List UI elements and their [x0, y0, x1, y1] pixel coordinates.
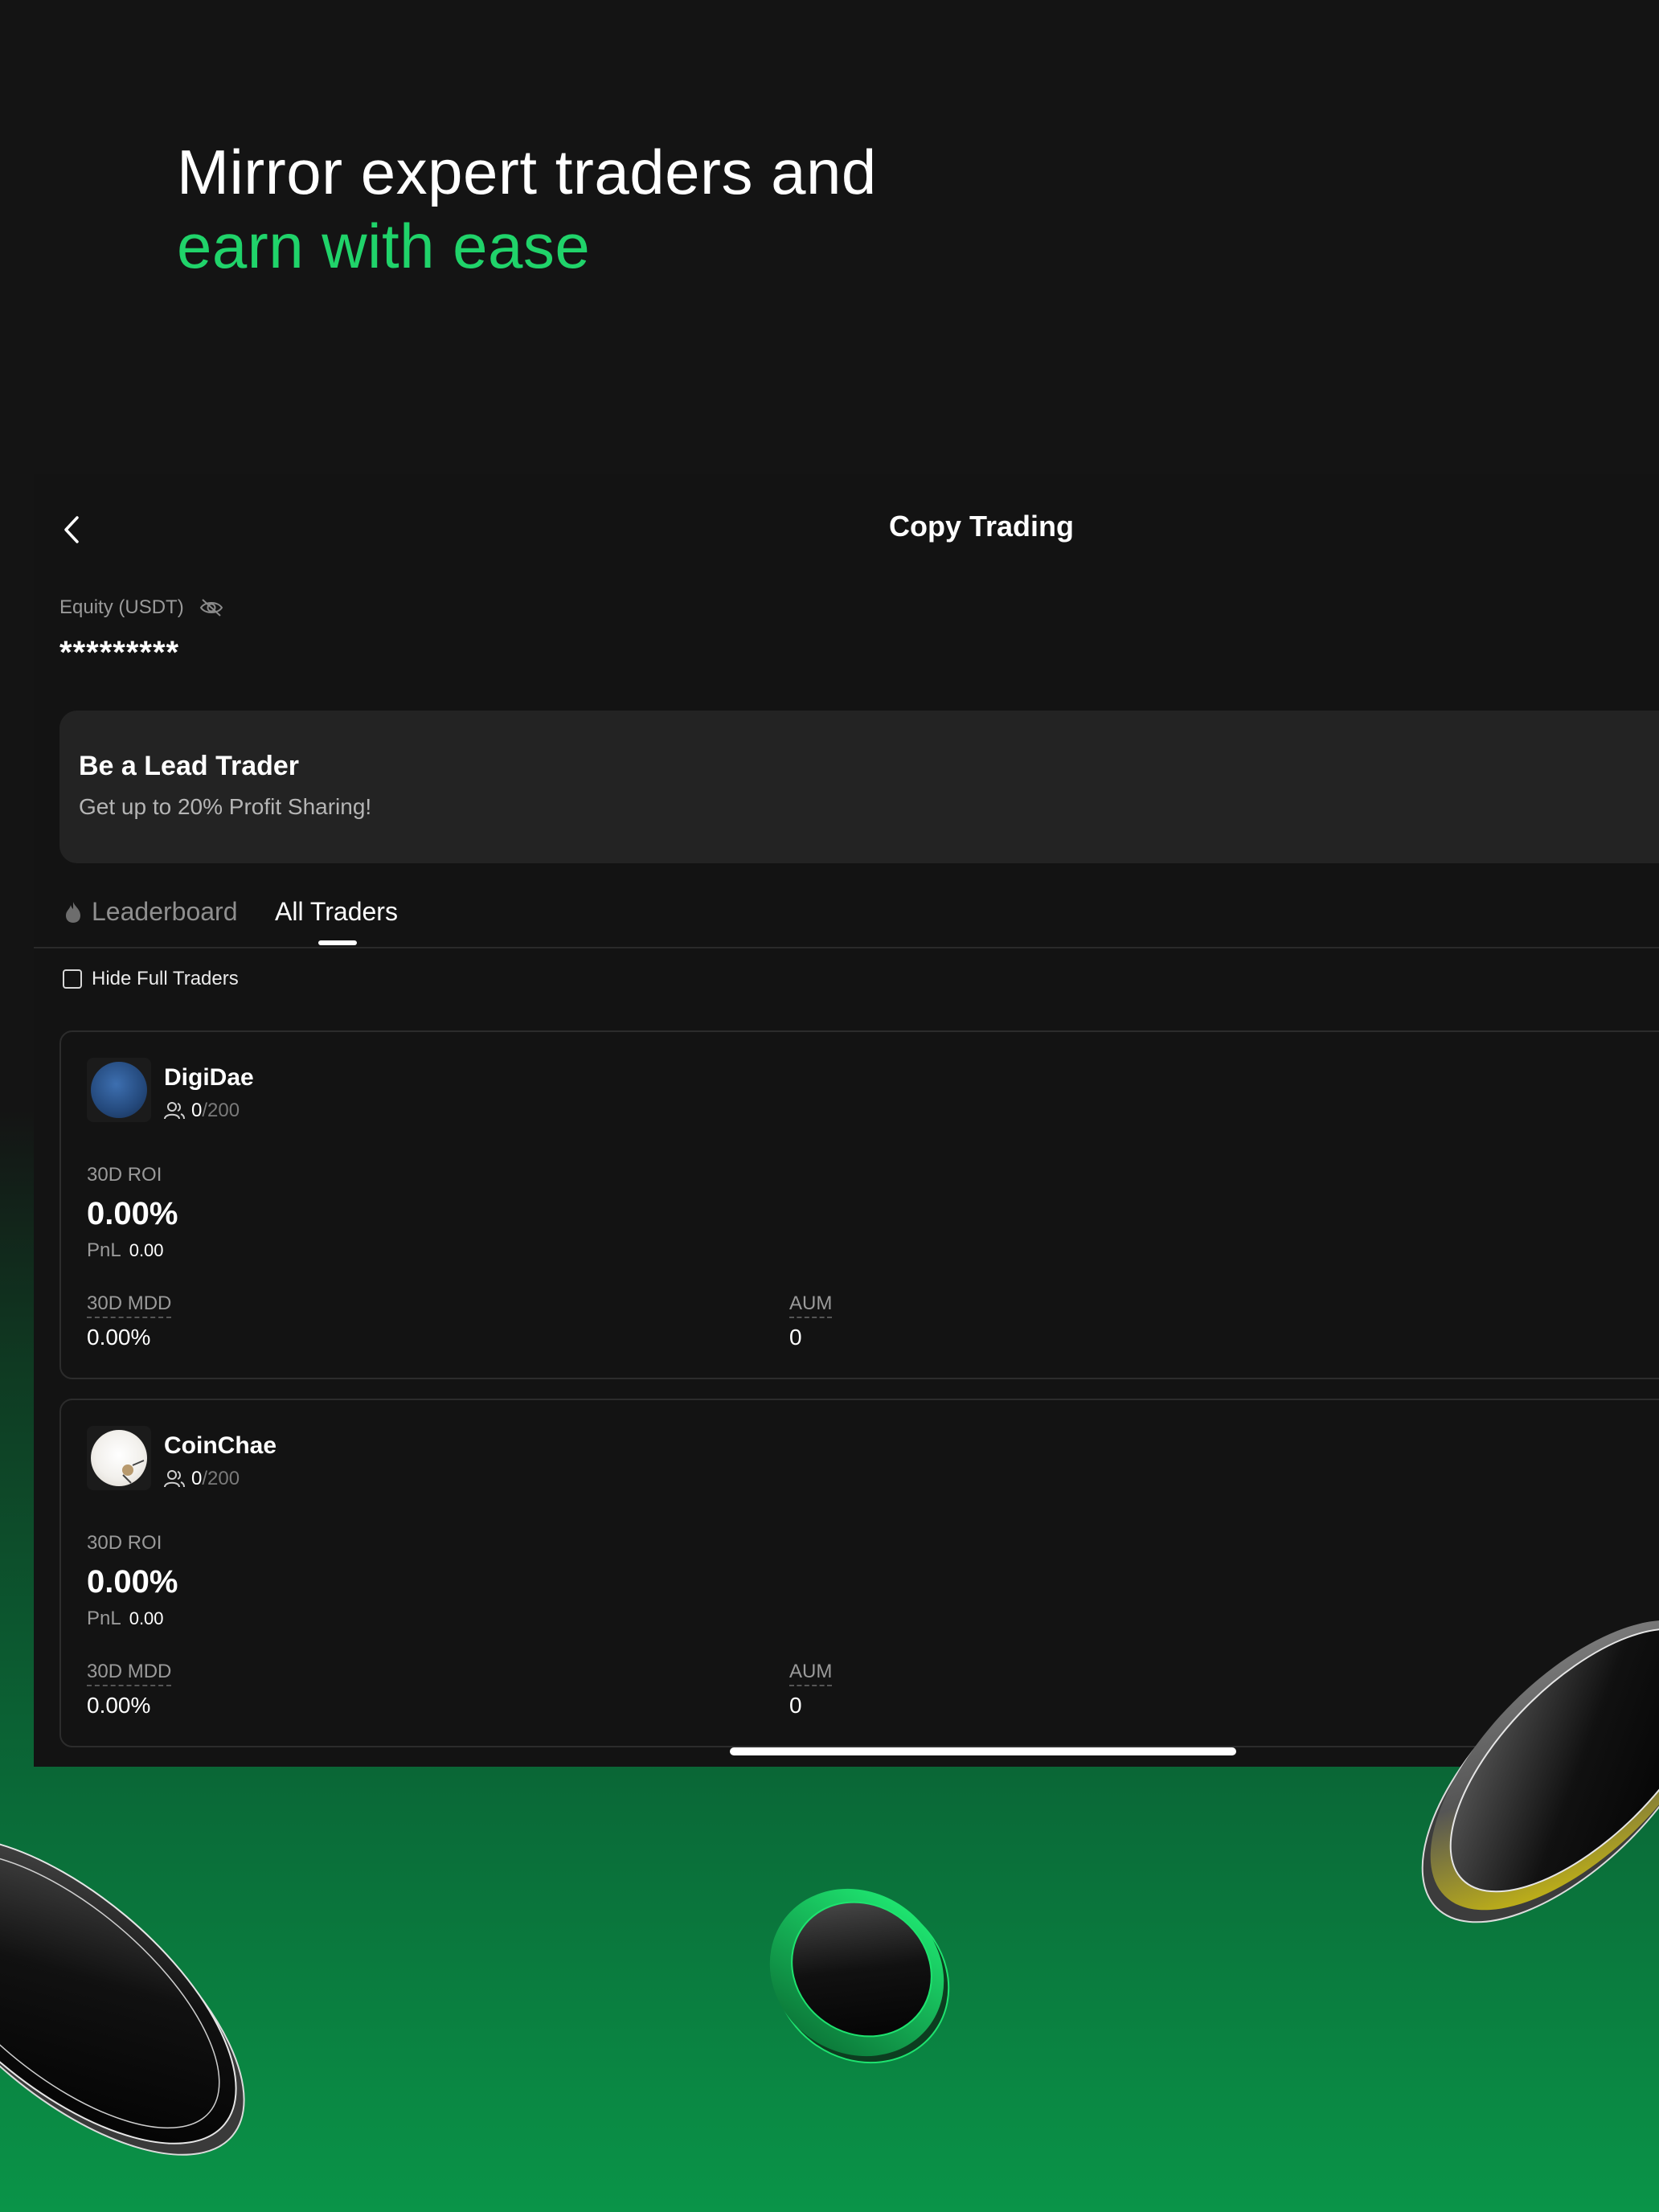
hide-full-traders-checkbox[interactable]	[63, 969, 82, 989]
pnl-value: 0.00	[129, 1240, 164, 1260]
pnl-label: PnL	[87, 1239, 121, 1261]
equity-header: Equity (USDT)	[59, 596, 224, 619]
pnl-value: 0.00	[129, 1608, 164, 1628]
tab-all-traders[interactable]: All Traders	[275, 897, 398, 927]
aum-label[interactable]: AUM	[789, 1661, 833, 1686]
hero-line-2: earn with ease	[177, 211, 591, 281]
coin-left-decoration	[0, 1836, 245, 2156]
lead-banner-title: Be a Lead Trader	[79, 751, 300, 781]
hero-headline: Mirror expert traders and earn with ease	[177, 135, 877, 283]
mdd-value: 0.00%	[87, 1325, 151, 1350]
pnl-row: PnL 0.00	[87, 1608, 164, 1630]
tab-leaderboard-label: Leaderboard	[92, 897, 238, 926]
mdd-label[interactable]: 30D MDD	[87, 1292, 172, 1318]
avatar-illustration	[122, 1460, 145, 1484]
flame-icon	[66, 901, 80, 923]
avatar	[87, 1058, 151, 1122]
aum-value: 0	[789, 1325, 802, 1350]
follower-current: 0	[191, 1468, 203, 1489]
trader-card[interactable]: DigiDae 0/200 30D ROI 0.00% PnL 0.00 30D …	[59, 1030, 1659, 1379]
tab-bar: Leaderboard All Traders	[34, 892, 1659, 948]
users-icon	[164, 1102, 185, 1120]
trader-name[interactable]: DigiDae	[164, 1064, 254, 1092]
home-indicator	[730, 1747, 1236, 1755]
app-screen: Copy Trading Equity (USDT) ********* Be …	[34, 474, 1659, 1767]
tab-all-traders-label: All Traders	[275, 897, 398, 926]
trader-name[interactable]: CoinChae	[164, 1432, 276, 1460]
roi-value: 0.00%	[87, 1196, 178, 1231]
pnl-row: PnL 0.00	[87, 1239, 164, 1262]
coin-center-decoration	[769, 1888, 950, 2064]
follower-capacity: /200	[202, 1468, 240, 1489]
lead-trader-banner[interactable]: Be a Lead Trader Get up to 20% Profit Sh…	[59, 711, 1659, 863]
active-tab-indicator	[318, 940, 357, 945]
users-icon	[164, 1470, 185, 1488]
roi-label: 30D ROI	[87, 1164, 162, 1186]
follower-capacity: /200	[202, 1100, 240, 1121]
avatar	[87, 1426, 151, 1490]
roi-label: 30D ROI	[87, 1532, 162, 1554]
coin-right-decoration	[1421, 1620, 1659, 1923]
hide-full-traders-toggle[interactable]: Hide Full Traders	[63, 968, 239, 990]
pnl-label: PnL	[87, 1608, 121, 1629]
mdd-label[interactable]: 30D MDD	[87, 1661, 172, 1686]
hero-line-1: Mirror expert traders and	[177, 137, 877, 207]
equity-value: *********	[59, 635, 180, 670]
aum-value: 0	[789, 1693, 802, 1718]
page-title: Copy Trading	[888, 510, 1074, 543]
equity-label: Equity (USDT)	[59, 596, 184, 618]
navbar: Copy Trading	[34, 474, 1659, 579]
follower-count: 0/200	[164, 1468, 240, 1490]
follower-count: 0/200	[164, 1100, 240, 1122]
eye-hidden-icon[interactable]	[199, 597, 224, 618]
mdd-value: 0.00%	[87, 1693, 151, 1718]
hide-full-traders-label: Hide Full Traders	[92, 968, 239, 989]
tab-leaderboard[interactable]: Leaderboard	[63, 897, 237, 927]
roi-value: 0.00%	[87, 1564, 178, 1600]
aum-label[interactable]: AUM	[789, 1292, 833, 1318]
follower-current: 0	[191, 1100, 203, 1121]
lead-banner-subtitle: Get up to 20% Profit Sharing!	[79, 794, 372, 819]
